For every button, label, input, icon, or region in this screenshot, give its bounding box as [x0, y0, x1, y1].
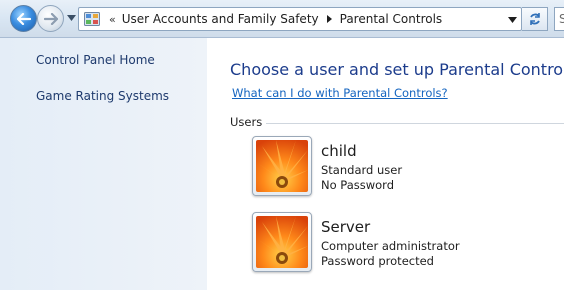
chevron-down-icon — [66, 15, 76, 21]
users-section-label: Users — [230, 115, 263, 129]
sidebar: Control Panel Home Game Rating Systems — [0, 38, 207, 290]
user-name[interactable]: child — [321, 142, 357, 160]
breadcrumb-parental-controls[interactable]: Parental Controls — [340, 12, 443, 26]
user-account-type: Standard user — [321, 163, 403, 177]
user-password-status: No Password — [321, 178, 395, 192]
user-password-status: Password protected — [321, 254, 434, 268]
address-bar[interactable]: « User Accounts and Family Safety Parent… — [78, 7, 522, 31]
back-arrow-icon — [16, 12, 31, 25]
search-input[interactable]: S — [554, 7, 564, 31]
user-account-type: Computer administrator — [321, 239, 460, 253]
forward-arrow-icon — [43, 12, 58, 25]
orange-flower-picture-icon — [256, 140, 308, 192]
breadcrumb-separator-icon[interactable] — [326, 15, 332, 23]
breadcrumb-overflow[interactable]: « — [109, 13, 116, 26]
avatar[interactable] — [252, 136, 312, 196]
control-panel-icon — [83, 11, 101, 27]
navigation-bar: « User Accounts and Family Safety Parent… — [0, 0, 564, 38]
breadcrumb-user-accounts[interactable]: User Accounts and Family Safety — [122, 12, 319, 26]
sidebar-item-control-panel-home[interactable]: Control Panel Home — [36, 53, 155, 67]
refresh-button[interactable] — [522, 7, 548, 31]
avatar[interactable] — [252, 212, 312, 272]
sidebar-item-game-rating-systems[interactable]: Game Rating Systems — [36, 89, 169, 103]
user-name[interactable]: Server — [321, 218, 370, 236]
help-link[interactable]: What can I do with Parental Controls? — [232, 86, 448, 100]
forward-button[interactable] — [37, 5, 64, 32]
orange-flower-picture-icon — [256, 216, 308, 268]
address-dropdown-icon[interactable] — [508, 15, 517, 24]
back-button[interactable] — [10, 5, 37, 32]
recent-pages-dropdown[interactable] — [66, 13, 76, 23]
users-section-divider — [266, 123, 564, 124]
page-title: Choose a user and set up Parental Contro… — [230, 60, 564, 79]
refresh-icon — [529, 13, 540, 25]
